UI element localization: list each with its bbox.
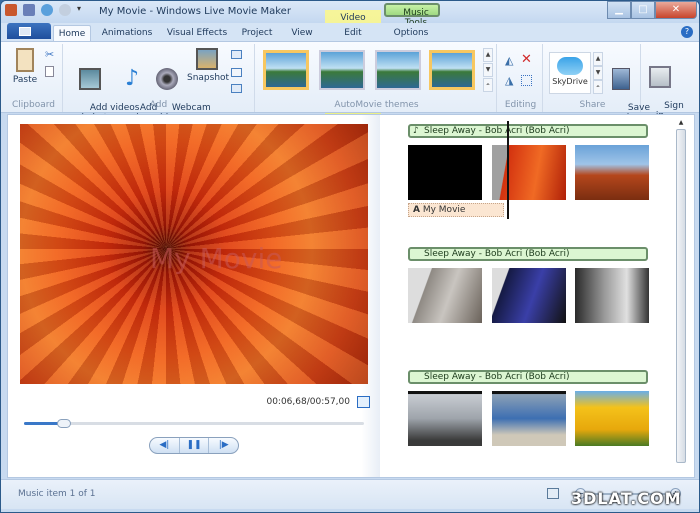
share-group: SkyDrive ▲ ▼ ⩡ Save movie Share xyxy=(545,44,650,123)
clip-classroom[interactable] xyxy=(492,391,566,446)
video-preview[interactable]: My Movie xyxy=(20,124,368,384)
tab-project[interactable]: Project xyxy=(237,25,277,41)
snapshot-icon xyxy=(196,48,218,70)
previous-frame-button[interactable]: ◀| xyxy=(150,438,180,453)
tab-home[interactable]: Home xyxy=(53,25,91,41)
skydrive-button[interactable]: SkyDrive xyxy=(549,52,591,94)
select-all-icon[interactable] xyxy=(521,75,532,86)
ribbon-tabs: Home Animations Visual Effects Project V… xyxy=(1,23,699,41)
clip-koala[interactable] xyxy=(408,268,482,323)
music-note-icon: ♪ xyxy=(413,126,419,136)
save-movie-icon xyxy=(612,68,630,90)
copy-icon[interactable] xyxy=(45,66,54,77)
customize-dropdown-icon[interactable]: ▾ xyxy=(77,4,85,16)
music-track-3[interactable]: Sleep Away - Bob Acri (Bob Acri) xyxy=(408,370,648,384)
tab-visual-effects[interactable]: Visual Effects xyxy=(165,25,229,41)
credits-icon[interactable] xyxy=(231,84,242,93)
remove-icon[interactable]: ✕ xyxy=(521,52,532,67)
share-scroll-down[interactable]: ▼ xyxy=(593,66,603,80)
caption-item[interactable]: A My Movie xyxy=(408,203,504,217)
webcam-icon xyxy=(156,68,178,90)
editing-group: ◭ ✕ ◮ Editing xyxy=(499,44,543,112)
next-frame-button[interactable]: |▶ xyxy=(209,438,238,453)
pause-button[interactable]: ❚❚ xyxy=(180,438,210,453)
file-menu-button[interactable] xyxy=(7,23,51,39)
music-tools-context-tab: Music Tools xyxy=(384,3,440,28)
automovie-themes-label: AutoMovie themes xyxy=(334,100,419,110)
save-icon[interactable] xyxy=(23,4,35,16)
tab-options[interactable]: Options xyxy=(385,25,437,41)
playback-time: 00:06,68/00:57,00 xyxy=(266,397,350,407)
title-overlay: My Movie xyxy=(150,242,283,275)
main-area: My Movie 00:06,68/00:57,00 ◀| ❚❚ |▶ ♪ Sl… xyxy=(7,114,695,478)
seek-bar-handle[interactable] xyxy=(56,419,71,428)
help-icon[interactable]: ? xyxy=(681,26,693,38)
storyboard: ♪ Sleep Away - Bob Acri (Bob Acri) A My … xyxy=(398,115,688,477)
themes-scroll-up[interactable]: ▲ xyxy=(483,48,493,62)
tab-animations[interactable]: Animations xyxy=(99,25,155,41)
clipboard-icon xyxy=(16,48,34,72)
caption-icon[interactable] xyxy=(231,68,242,77)
app-icon[interactable] xyxy=(5,4,17,16)
user-avatar-icon xyxy=(649,66,671,88)
app-window: ▾ My Movie - Windows Live Movie Maker Vi… xyxy=(0,0,700,513)
clip-chair[interactable] xyxy=(408,391,482,446)
themes-scroll-down[interactable]: ▼ xyxy=(483,63,493,77)
redo-icon[interactable] xyxy=(59,4,71,16)
music-track-1[interactable]: ♪ Sleep Away - Bob Acri (Bob Acri) xyxy=(408,124,648,138)
quick-access-toolbar: ▾ xyxy=(5,4,85,16)
scroll-up-arrow[interactable]: ▲ xyxy=(676,119,686,126)
clipboard-group-label: Clipboard xyxy=(12,100,55,110)
fullscreen-preview-button[interactable] xyxy=(357,396,370,408)
share-group-label: Share xyxy=(579,100,606,110)
clip-black-title[interactable] xyxy=(408,145,482,200)
theme-thumbnail-1[interactable] xyxy=(263,50,309,90)
share-more[interactable]: ⩡ xyxy=(593,80,603,94)
share-scroll-up[interactable]: ▲ xyxy=(593,52,603,66)
tab-view[interactable]: View xyxy=(285,25,319,41)
status-text: Music item 1 of 1 xyxy=(18,489,96,499)
music-note-icon: ♪ xyxy=(124,66,140,91)
theme-thumbnail-3[interactable] xyxy=(375,50,421,90)
film-photo-icon xyxy=(79,68,101,90)
automovie-themes-group: ▲ ▼ ⩡ AutoMovie themes xyxy=(257,44,497,112)
rotate-left-icon[interactable]: ◭ xyxy=(505,54,513,67)
themes-more[interactable]: ⩡ xyxy=(483,78,493,92)
clip-tulips[interactable] xyxy=(575,391,649,446)
seek-bar[interactable] xyxy=(24,419,364,428)
paste-button[interactable]: Paste xyxy=(11,48,39,85)
title-icon[interactable] xyxy=(231,50,242,59)
maximize-button[interactable]: □ xyxy=(631,1,655,19)
clip-desert[interactable] xyxy=(575,145,649,200)
title-bar: ▾ My Movie - Windows Live Movie Maker Vi… xyxy=(1,1,699,270)
add-group: Add videos and photos ♪ Add music ▾ Webc… xyxy=(63,44,255,123)
scrollbar-thumb[interactable] xyxy=(676,129,686,463)
clipboard-group: Paste ✂ Clipboard xyxy=(5,44,63,112)
ribbon: Paste ✂ Clipboard Add videos and photos … xyxy=(1,41,699,123)
skydrive-cloud-icon xyxy=(557,57,583,75)
rotate-right-icon[interactable]: ◮ xyxy=(505,74,513,87)
snapshot-button[interactable]: Snapshot xyxy=(187,48,229,83)
clip-softonic[interactable] xyxy=(492,268,566,323)
close-button[interactable]: ✕ xyxy=(655,1,697,19)
playhead[interactable] xyxy=(507,121,509,219)
music-track-2[interactable]: Sleep Away - Bob Acri (Bob Acri) xyxy=(408,247,648,261)
playback-controls: ◀| ❚❚ |▶ xyxy=(149,437,239,454)
cut-icon[interactable]: ✂ xyxy=(45,48,54,61)
preview-pane: My Movie 00:06,68/00:57,00 ◀| ❚❚ |▶ xyxy=(8,115,380,477)
tab-edit[interactable]: Edit xyxy=(327,25,379,41)
theme-thumbnail-2[interactable] xyxy=(319,50,365,90)
add-group-label: Add xyxy=(149,100,168,110)
site-watermark: 3DLAT.COM xyxy=(571,489,682,508)
minimize-button[interactable]: ▁ xyxy=(607,1,631,19)
storyboard-scrollbar[interactable]: ▲ xyxy=(676,119,686,473)
editing-group-label: Editing xyxy=(504,100,537,110)
clip-barcelona[interactable] xyxy=(575,268,649,323)
undo-icon[interactable] xyxy=(41,4,53,16)
theme-thumbnail-4[interactable] xyxy=(429,50,475,90)
thumbnail-size-icon[interactable] xyxy=(547,488,559,499)
clip-flower[interactable] xyxy=(492,145,566,200)
window-title: My Movie - Windows Live Movie Maker xyxy=(99,6,291,17)
